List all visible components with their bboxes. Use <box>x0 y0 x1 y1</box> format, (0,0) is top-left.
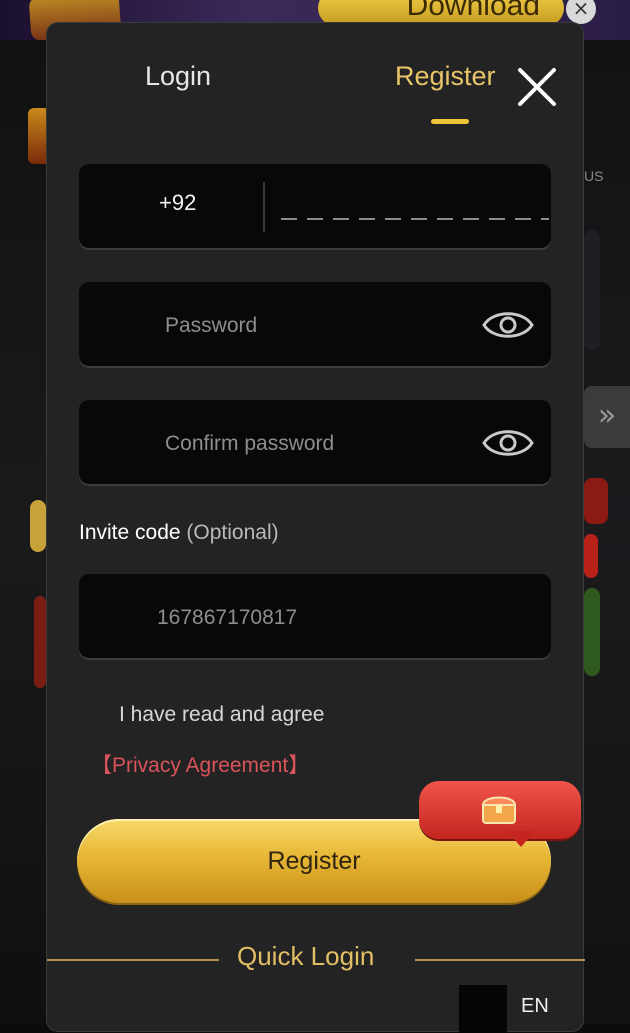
quick-login-divider-right <box>415 959 585 961</box>
background-game-tile <box>584 478 608 524</box>
gift-badge-tail <box>507 831 535 847</box>
phone-digit-placeholder <box>281 218 549 220</box>
eye-icon[interactable] <box>481 304 535 346</box>
tab-register[interactable]: Register <box>395 61 496 92</box>
gift-badge-button[interactable] <box>419 781 581 839</box>
register-modal: Login Register +92 Invite code (Optional… <box>46 22 585 1033</box>
quick-login-heading: Quick Login <box>237 941 375 971</box>
confirm-password-input[interactable] <box>163 422 467 466</box>
confirm-password-field <box>79 400 551 486</box>
background-game-tile <box>584 534 598 578</box>
invite-code-label-text: Invite code <box>79 521 181 544</box>
password-input[interactable] <box>163 304 467 348</box>
background-side-label: US <box>584 168 604 184</box>
privacy-agreement-link[interactable]: 【Privacy Agreement】 <box>91 749 309 779</box>
quick-login-divider-left <box>47 959 219 961</box>
language-selector[interactable]: EN <box>521 995 549 1018</box>
invite-code-optional-hint: (Optional) <box>186 521 279 544</box>
invite-code-field <box>79 574 551 660</box>
background-right-strip <box>580 40 630 1024</box>
active-tab-indicator <box>431 119 469 124</box>
background-game-tile <box>34 596 46 688</box>
invite-code-label: Invite code (Optional) <box>79 521 279 545</box>
language-flag-box[interactable] <box>459 985 507 1033</box>
tab-login[interactable]: Login <box>145 61 211 92</box>
phone-field: +92 <box>79 164 551 250</box>
expand-chevron-button[interactable]: » <box>584 386 630 448</box>
country-code-selector[interactable]: +92 <box>159 190 196 216</box>
background-game-tile <box>584 588 600 676</box>
close-icon[interactable] <box>515 65 559 109</box>
background-game-tile <box>584 230 600 350</box>
phone-input[interactable] <box>279 178 551 236</box>
password-field <box>79 282 551 368</box>
invite-code-input[interactable] <box>155 596 459 640</box>
eye-icon[interactable] <box>481 422 535 464</box>
agreement-text: I have read and agree <box>119 703 325 726</box>
treasure-chest-icon <box>479 791 519 827</box>
field-divider <box>263 182 265 232</box>
background-game-tile <box>30 500 46 552</box>
